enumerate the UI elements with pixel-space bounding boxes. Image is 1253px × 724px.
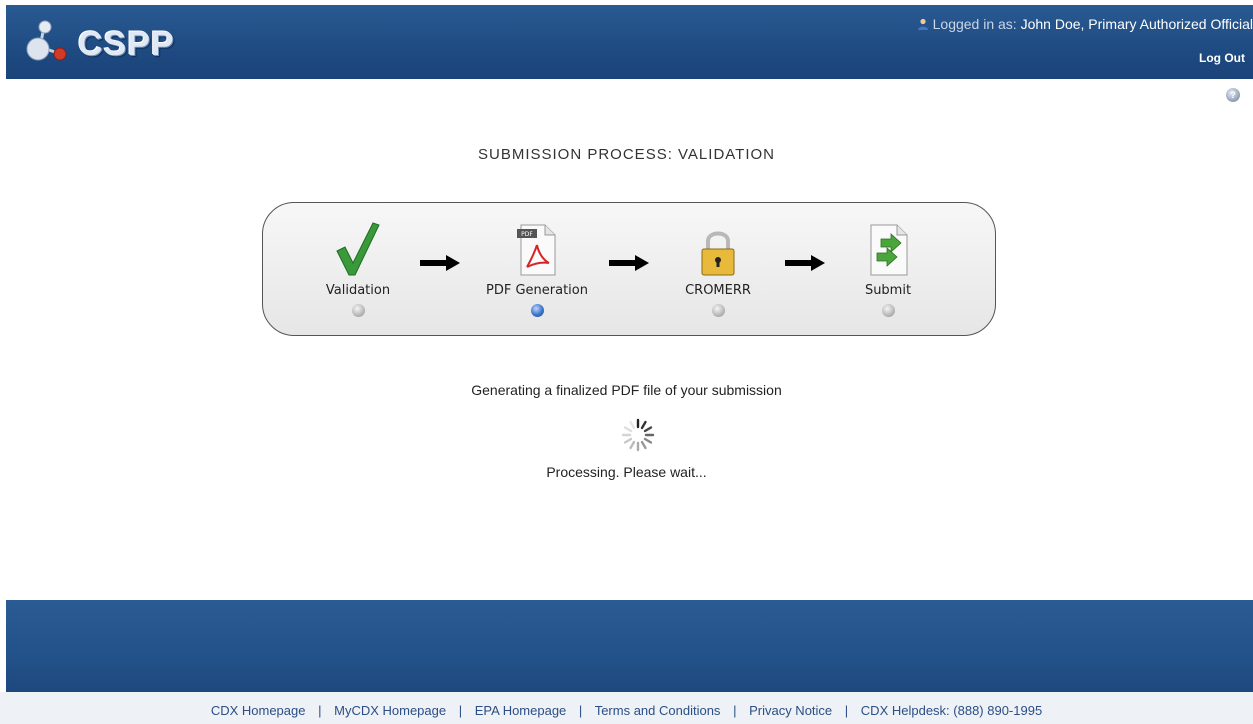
step-label: Submit: [864, 283, 912, 298]
footer-links: CDX Homepage | MyCDX Homepage | EPA Home…: [0, 692, 1253, 724]
step-status-dot: [881, 304, 895, 317]
step-status-dot-active: [530, 304, 544, 317]
footer-separator: |: [458, 703, 463, 718]
processing-text: Processing. Please wait...: [546, 464, 707, 480]
loading-spinner-icon: [621, 418, 655, 452]
footer-link-helpdesk[interactable]: CDX Helpdesk: (888) 890-1995: [861, 703, 1042, 718]
login-info: Logged in as: John Doe, Primary Authoriz…: [917, 16, 1253, 32]
step-validation: Validation: [298, 215, 418, 317]
header-bar: CSPP Logged in as: John Doe, Primary Aut…: [6, 5, 1253, 79]
footer-link-mycdx-homepage[interactable]: MyCDX Homepage: [334, 703, 446, 718]
svg-text:PDF: PDF: [521, 231, 533, 238]
footer-link-epa-homepage[interactable]: EPA Homepage: [475, 703, 567, 718]
padlock-icon: [701, 231, 735, 276]
footer-link-cdx-homepage[interactable]: CDX Homepage: [211, 703, 306, 718]
logged-in-user: John Doe, Primary Authorized Official: [1020, 16, 1253, 32]
arrow-right-icon: [785, 255, 825, 271]
footer-separator: |: [844, 703, 849, 718]
page-title: SUBMISSION PROCESS: VALIDATION: [478, 146, 775, 163]
step-status-dot: [711, 304, 725, 317]
step-label: Validation: [325, 283, 391, 298]
footer-link-terms[interactable]: Terms and Conditions: [595, 703, 721, 718]
page: CSPP Logged in as: John Doe, Primary Aut…: [0, 0, 1253, 724]
step-cromerr: CROMERR: [658, 215, 778, 317]
checkmark-icon: [336, 222, 380, 276]
step-label: PDF Generation: [486, 283, 588, 298]
molecule-icon: [26, 20, 67, 61]
footer-separator: |: [318, 703, 322, 718]
footer-link-privacy[interactable]: Privacy Notice: [749, 703, 832, 718]
help-icon-glyph: ?: [1230, 90, 1236, 100]
cspp-logo[interactable]: CSPP: [24, 17, 214, 69]
help-icon[interactable]: ?: [1226, 88, 1240, 102]
step-label: CROMERR: [685, 283, 751, 298]
user-icon: [917, 18, 928, 30]
footer-separator: |: [733, 703, 737, 718]
logged-in-label: Logged in as:: [932, 16, 1017, 32]
pdf-document-icon: PDF: [517, 224, 556, 276]
submit-document-icon: [870, 224, 908, 276]
submission-process-steps: Validation PDF PDF Generation CROMERR Su…: [262, 202, 996, 336]
step-pdf-generation: PDF PDF Generation: [477, 215, 597, 317]
logo-text: CSPP: [78, 25, 175, 63]
status-message: Generating a finalized PDF file of your …: [471, 382, 782, 398]
step-submit: Submit: [828, 215, 948, 317]
footer-separator: |: [578, 703, 583, 718]
step-status-dot: [351, 304, 365, 317]
logout-link[interactable]: Log Out: [1199, 51, 1245, 65]
footer-band: [6, 600, 1253, 692]
arrow-right-icon: [420, 255, 460, 271]
arrow-right-icon: [609, 255, 649, 271]
